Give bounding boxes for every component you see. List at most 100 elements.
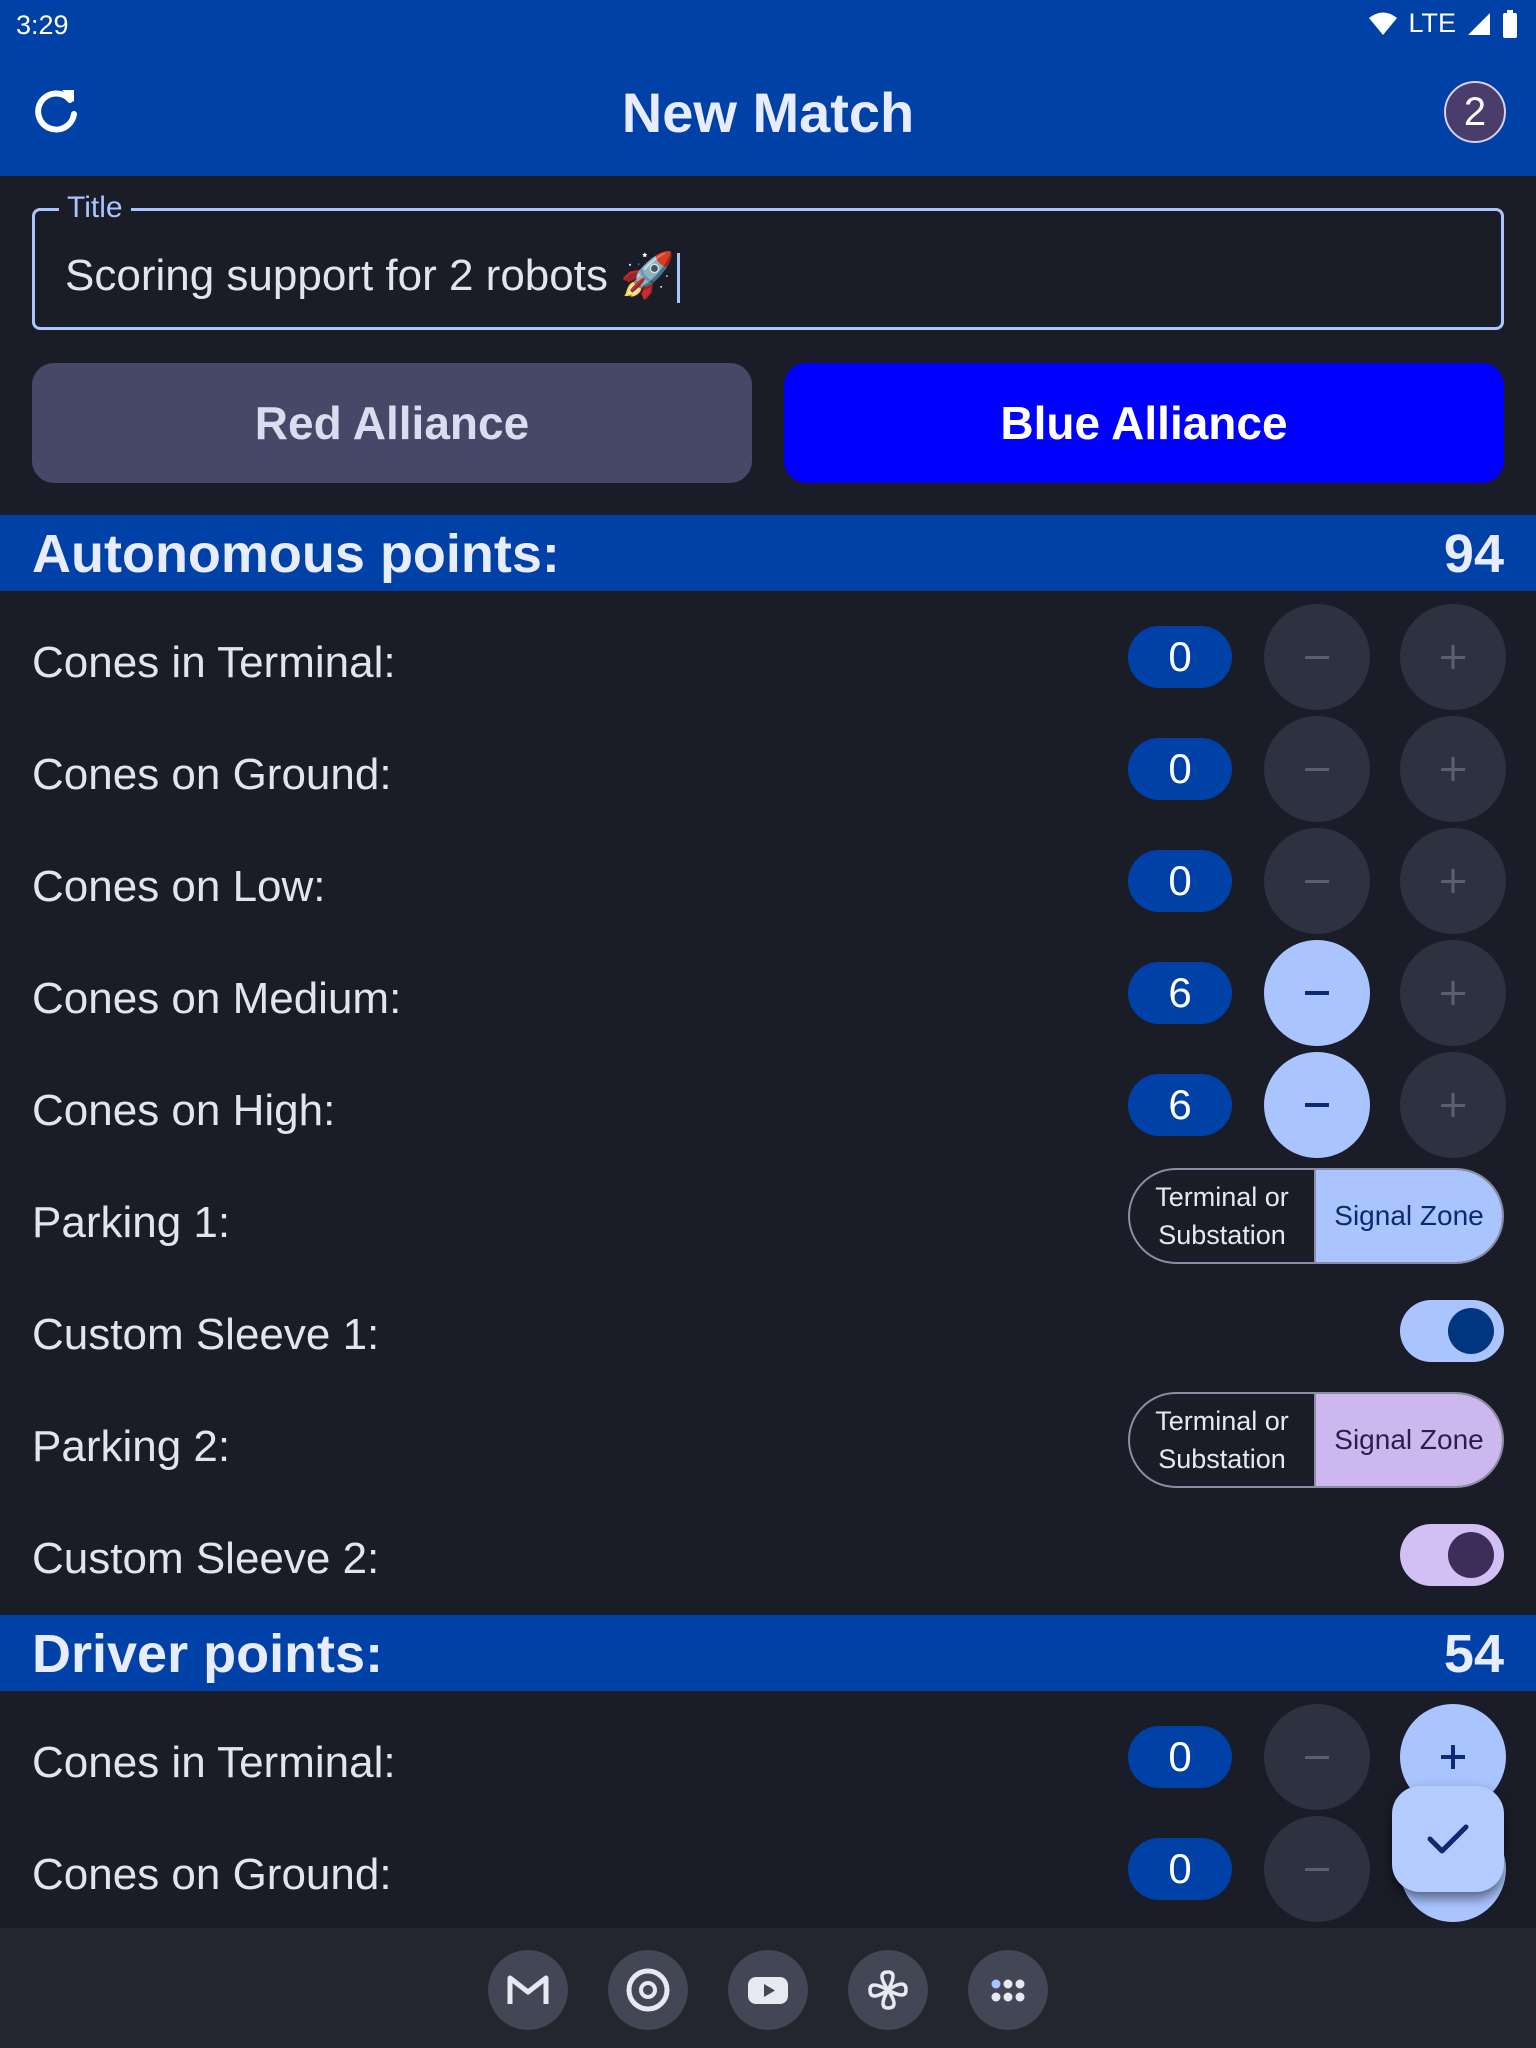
driver-row-cones-ground: Cones on Ground: 0 <box>0 1816 1536 1930</box>
status-time: 3:29 <box>16 10 69 40</box>
status-bar: 3:29 LTE <box>0 0 1536 50</box>
network-type: LTE <box>1408 8 1456 38</box>
wifi-icon <box>1369 12 1398 35</box>
minus-icon <box>1305 656 1329 659</box>
auto-row-cones-ground: Cones on Ground: 0 <box>0 716 1536 830</box>
sleeve-2-toggle[interactable] <box>1400 1524 1504 1586</box>
parking-1-segmented: Terminal or Substation Signal Zone <box>1128 1168 1504 1264</box>
pinwheel-app[interactable] <box>848 1950 928 2030</box>
autonomous-title: Autonomous points: <box>32 524 560 584</box>
parking-1-option-terminal[interactable]: Terminal or Substation <box>1130 1170 1316 1262</box>
red-alliance-button[interactable]: Red Alliance <box>32 363 752 483</box>
parking-2-segmented: Terminal or Substation Signal Zone <box>1128 1392 1504 1488</box>
row-label: Parking 2: <box>32 1422 231 1471</box>
count-value: 0 <box>1128 1726 1232 1788</box>
youtube-app[interactable] <box>728 1950 808 2030</box>
gmail-icon <box>507 1975 549 2004</box>
app-drawer[interactable] <box>968 1950 1048 2030</box>
row-label: Custom Sleeve 1: <box>32 1310 380 1359</box>
minus-icon <box>1305 768 1329 771</box>
row-label: Cones on Ground: <box>32 750 392 799</box>
chrome-app[interactable] <box>608 1950 688 2030</box>
signal-icon <box>1468 12 1490 35</box>
auto-row-cones-high: Cones on High: 6 <box>0 1052 1536 1166</box>
auto-row-parking-2: Parking 2: Terminal or Substation Signal… <box>0 1390 1536 1502</box>
count-value: 0 <box>1128 1838 1232 1900</box>
title-text: Scoring support for 2 robots 🚀 <box>65 251 675 300</box>
increment-button[interactable] <box>1400 716 1506 822</box>
plus-icon <box>1441 981 1465 1005</box>
youtube-icon <box>748 1977 788 2004</box>
pinwheel-icon <box>868 1970 908 2010</box>
increment-button[interactable] <box>1400 1052 1506 1158</box>
auto-row-sleeve-2: Custom Sleeve 2: <box>0 1502 1536 1614</box>
driver-header: Driver points: 54 <box>0 1615 1536 1691</box>
decrement-button[interactable] <box>1264 604 1370 710</box>
plus-icon <box>1441 1745 1465 1769</box>
count-value: 0 <box>1128 850 1232 912</box>
count-value: 0 <box>1128 626 1232 688</box>
title-field[interactable]: Title Scoring support for 2 robots 🚀 <box>32 191 1504 330</box>
parking-2-option-terminal[interactable]: Terminal or Substation <box>1130 1394 1316 1486</box>
text-caret <box>676 253 680 304</box>
plus-icon <box>1441 757 1465 781</box>
row-label: Custom Sleeve 2: <box>32 1534 380 1583</box>
auto-row-cones-low: Cones on Low: 0 <box>0 828 1536 942</box>
driver-row-cones-terminal: Cones in Terminal: 0 <box>0 1704 1536 1818</box>
row-label: Cones on High: <box>32 1086 336 1135</box>
count-value: 6 <box>1128 1074 1232 1136</box>
plus-icon <box>1441 869 1465 893</box>
minus-icon <box>1305 1868 1329 1871</box>
gmail-app[interactable] <box>488 1950 568 2030</box>
driver-title: Driver points: <box>32 1624 384 1684</box>
decrement-button[interactable] <box>1264 828 1370 934</box>
driver-points: 54 <box>1443 1624 1504 1684</box>
minus-icon <box>1305 1103 1329 1107</box>
save-match-fab[interactable] <box>1392 1786 1504 1892</box>
decrement-button[interactable] <box>1264 716 1370 822</box>
plus-icon <box>1441 1093 1465 1117</box>
blue-alliance-button[interactable]: Blue Alliance <box>784 363 1504 483</box>
title-field-label: Title <box>59 191 131 225</box>
chrome-icon <box>626 1968 670 2012</box>
increment-button[interactable] <box>1400 828 1506 934</box>
minus-icon <box>1305 1756 1329 1759</box>
page-title: New Match <box>621 81 915 144</box>
robot-count-badge[interactable]: 2 <box>1444 81 1506 143</box>
app-dock <box>0 1928 1536 2048</box>
battery-icon <box>1503 9 1517 38</box>
increment-button[interactable] <box>1400 604 1506 710</box>
toggle-knob <box>1448 1308 1494 1354</box>
decrement-button[interactable] <box>1264 1816 1370 1922</box>
row-label: Parking 1: <box>32 1198 231 1247</box>
auto-row-cones-medium: Cones on Medium: 6 <box>0 940 1536 1054</box>
row-label: Cones in Terminal: <box>32 1738 396 1787</box>
parking-1-option-signal[interactable]: Signal Zone <box>1316 1170 1502 1262</box>
row-label: Cones on Ground: <box>32 1850 392 1899</box>
auto-row-parking-1: Parking 1: Terminal or Substation Signal… <box>0 1166 1536 1278</box>
app-bar: New Match 2 <box>0 50 1536 176</box>
toggle-knob <box>1448 1532 1494 1578</box>
title-field-value[interactable]: Scoring support for 2 robots 🚀 <box>65 249 680 304</box>
status-icons: LTE <box>1368 8 1518 39</box>
row-label: Cones in Terminal: <box>32 638 396 687</box>
app-drawer-icon <box>991 1979 1025 2002</box>
check-icon <box>1427 1824 1469 1854</box>
count-value: 6 <box>1128 962 1232 1024</box>
parking-2-option-signal[interactable]: Signal Zone <box>1316 1394 1502 1486</box>
row-label: Cones on Medium: <box>32 974 402 1023</box>
auto-row-sleeve-1: Custom Sleeve 1: <box>0 1278 1536 1390</box>
minus-icon <box>1305 880 1329 883</box>
minus-icon <box>1305 991 1329 995</box>
decrement-button[interactable] <box>1264 940 1370 1046</box>
decrement-button[interactable] <box>1264 1704 1370 1810</box>
autonomous-header: Autonomous points: 94 <box>0 515 1536 591</box>
sleeve-1-toggle[interactable] <box>1400 1300 1504 1362</box>
row-label: Cones on Low: <box>32 862 326 911</box>
increment-button[interactable] <box>1400 940 1506 1046</box>
plus-icon <box>1441 645 1465 669</box>
count-value: 0 <box>1128 738 1232 800</box>
autonomous-points: 94 <box>1443 524 1504 584</box>
decrement-button[interactable] <box>1264 1052 1370 1158</box>
auto-row-cones-terminal: Cones in Terminal: 0 <box>0 604 1536 718</box>
